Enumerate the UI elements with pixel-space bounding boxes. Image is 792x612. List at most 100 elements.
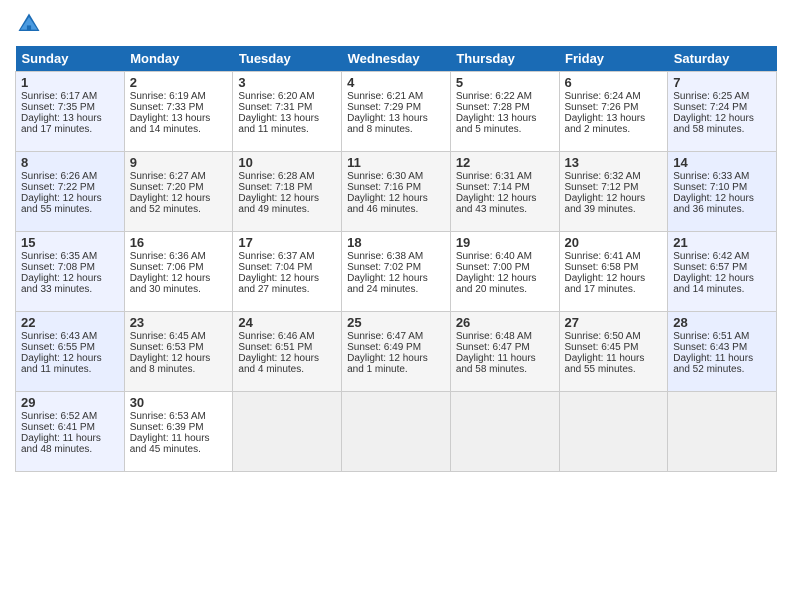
sunrise: Sunrise: 6:41 AM <box>565 251 641 262</box>
sunrise: Sunrise: 6:51 AM <box>673 331 749 342</box>
page-container: SundayMondayTuesdayWednesdayThursdayFrid… <box>0 0 792 482</box>
logo-icon <box>15 10 43 38</box>
sunrise: Sunrise: 6:50 AM <box>565 331 641 342</box>
weekday-header: Sunday <box>16 46 125 72</box>
day-number: 4 <box>347 75 445 90</box>
calendar-cell: 1Sunrise: 6:17 AMSunset: 7:35 PMDaylight… <box>16 72 125 152</box>
calendar-cell: 2Sunrise: 6:19 AMSunset: 7:33 PMDaylight… <box>124 72 233 152</box>
daylight: Daylight: 12 hours and 43 minutes. <box>456 193 537 215</box>
calendar-cell: 26Sunrise: 6:48 AMSunset: 6:47 PMDayligh… <box>450 312 559 392</box>
calendar-cell: 13Sunrise: 6:32 AMSunset: 7:12 PMDayligh… <box>559 152 668 232</box>
calendar-cell: 18Sunrise: 6:38 AMSunset: 7:02 PMDayligh… <box>342 232 451 312</box>
sunset: Sunset: 7:20 PM <box>130 182 204 193</box>
day-number: 13 <box>565 155 663 170</box>
sunrise: Sunrise: 6:20 AM <box>238 91 314 102</box>
sunset: Sunset: 6:41 PM <box>21 422 95 433</box>
day-number: 7 <box>673 75 771 90</box>
sunset: Sunset: 6:45 PM <box>565 342 639 353</box>
weekday-header: Thursday <box>450 46 559 72</box>
sunset: Sunset: 6:57 PM <box>673 262 747 273</box>
sunrise: Sunrise: 6:27 AM <box>130 171 206 182</box>
sunrise: Sunrise: 6:22 AM <box>456 91 532 102</box>
daylight: Daylight: 12 hours and 4 minutes. <box>238 353 319 375</box>
sunrise: Sunrise: 6:32 AM <box>565 171 641 182</box>
day-number: 27 <box>565 315 663 330</box>
calendar-cell: 21Sunrise: 6:42 AMSunset: 6:57 PMDayligh… <box>668 232 777 312</box>
sunrise: Sunrise: 6:37 AM <box>238 251 314 262</box>
calendar-cell: 28Sunrise: 6:51 AMSunset: 6:43 PMDayligh… <box>668 312 777 392</box>
day-number: 24 <box>238 315 336 330</box>
sunrise: Sunrise: 6:36 AM <box>130 251 206 262</box>
daylight: Daylight: 12 hours and 20 minutes. <box>456 273 537 295</box>
calendar-cell <box>342 392 451 472</box>
daylight: Daylight: 11 hours and 55 minutes. <box>565 353 645 375</box>
day-number: 20 <box>565 235 663 250</box>
weekday-header: Saturday <box>668 46 777 72</box>
calendar-week-row: 15Sunrise: 6:35 AMSunset: 7:08 PMDayligh… <box>16 232 777 312</box>
daylight: Daylight: 12 hours and 52 minutes. <box>130 193 211 215</box>
daylight: Daylight: 12 hours and 1 minute. <box>347 353 428 375</box>
calendar-cell: 29Sunrise: 6:52 AMSunset: 6:41 PMDayligh… <box>16 392 125 472</box>
sunrise: Sunrise: 6:21 AM <box>347 91 423 102</box>
sunset: Sunset: 7:24 PM <box>673 102 747 113</box>
sunrise: Sunrise: 6:47 AM <box>347 331 423 342</box>
daylight: Daylight: 12 hours and 24 minutes. <box>347 273 428 295</box>
calendar-cell: 6Sunrise: 6:24 AMSunset: 7:26 PMDaylight… <box>559 72 668 152</box>
daylight: Daylight: 13 hours and 11 minutes. <box>238 113 319 135</box>
sunset: Sunset: 6:55 PM <box>21 342 95 353</box>
daylight: Daylight: 12 hours and 39 minutes. <box>565 193 646 215</box>
calendar-cell <box>559 392 668 472</box>
day-number: 1 <box>21 75 119 90</box>
daylight: Daylight: 13 hours and 14 minutes. <box>130 113 211 135</box>
sunrise: Sunrise: 6:53 AM <box>130 411 206 422</box>
daylight: Daylight: 12 hours and 17 minutes. <box>565 273 646 295</box>
sunrise: Sunrise: 6:30 AM <box>347 171 423 182</box>
sunrise: Sunrise: 6:46 AM <box>238 331 314 342</box>
sunrise: Sunrise: 6:31 AM <box>456 171 532 182</box>
calendar-cell: 8Sunrise: 6:26 AMSunset: 7:22 PMDaylight… <box>16 152 125 232</box>
sunset: Sunset: 6:53 PM <box>130 342 204 353</box>
daylight: Daylight: 12 hours and 58 minutes. <box>673 113 754 135</box>
sunset: Sunset: 7:10 PM <box>673 182 747 193</box>
daylight: Daylight: 12 hours and 30 minutes. <box>130 273 211 295</box>
day-number: 14 <box>673 155 771 170</box>
sunrise: Sunrise: 6:42 AM <box>673 251 749 262</box>
daylight: Daylight: 12 hours and 27 minutes. <box>238 273 319 295</box>
calendar-cell: 25Sunrise: 6:47 AMSunset: 6:49 PMDayligh… <box>342 312 451 392</box>
calendar-week-row: 1Sunrise: 6:17 AMSunset: 7:35 PMDaylight… <box>16 72 777 152</box>
calendar-cell: 14Sunrise: 6:33 AMSunset: 7:10 PMDayligh… <box>668 152 777 232</box>
sunset: Sunset: 7:12 PM <box>565 182 639 193</box>
day-number: 10 <box>238 155 336 170</box>
sunrise: Sunrise: 6:48 AM <box>456 331 532 342</box>
calendar-week-row: 22Sunrise: 6:43 AMSunset: 6:55 PMDayligh… <box>16 312 777 392</box>
daylight: Daylight: 12 hours and 36 minutes. <box>673 193 754 215</box>
sunset: Sunset: 7:16 PM <box>347 182 421 193</box>
calendar-cell <box>450 392 559 472</box>
sunset: Sunset: 7:31 PM <box>238 102 312 113</box>
calendar-cell: 23Sunrise: 6:45 AMSunset: 6:53 PMDayligh… <box>124 312 233 392</box>
calendar-cell: 3Sunrise: 6:20 AMSunset: 7:31 PMDaylight… <box>233 72 342 152</box>
sunset: Sunset: 7:14 PM <box>456 182 530 193</box>
sunset: Sunset: 7:02 PM <box>347 262 421 273</box>
calendar-week-row: 8Sunrise: 6:26 AMSunset: 7:22 PMDaylight… <box>16 152 777 232</box>
weekday-header-row: SundayMondayTuesdayWednesdayThursdayFrid… <box>16 46 777 72</box>
daylight: Daylight: 13 hours and 17 minutes. <box>21 113 102 135</box>
daylight: Daylight: 11 hours and 48 minutes. <box>21 433 101 455</box>
calendar-cell: 10Sunrise: 6:28 AMSunset: 7:18 PMDayligh… <box>233 152 342 232</box>
calendar-cell: 30Sunrise: 6:53 AMSunset: 6:39 PMDayligh… <box>124 392 233 472</box>
calendar-cell: 24Sunrise: 6:46 AMSunset: 6:51 PMDayligh… <box>233 312 342 392</box>
day-number: 23 <box>130 315 228 330</box>
calendar-cell: 9Sunrise: 6:27 AMSunset: 7:20 PMDaylight… <box>124 152 233 232</box>
sunset: Sunset: 7:29 PM <box>347 102 421 113</box>
sunset: Sunset: 7:18 PM <box>238 182 312 193</box>
sunrise: Sunrise: 6:45 AM <box>130 331 206 342</box>
daylight: Daylight: 12 hours and 46 minutes. <box>347 193 428 215</box>
weekday-header: Tuesday <box>233 46 342 72</box>
day-number: 17 <box>238 235 336 250</box>
day-number: 15 <box>21 235 119 250</box>
calendar-cell: 22Sunrise: 6:43 AMSunset: 6:55 PMDayligh… <box>16 312 125 392</box>
day-number: 18 <box>347 235 445 250</box>
sunrise: Sunrise: 6:40 AM <box>456 251 532 262</box>
sunrise: Sunrise: 6:43 AM <box>21 331 97 342</box>
calendar-cell: 17Sunrise: 6:37 AMSunset: 7:04 PMDayligh… <box>233 232 342 312</box>
